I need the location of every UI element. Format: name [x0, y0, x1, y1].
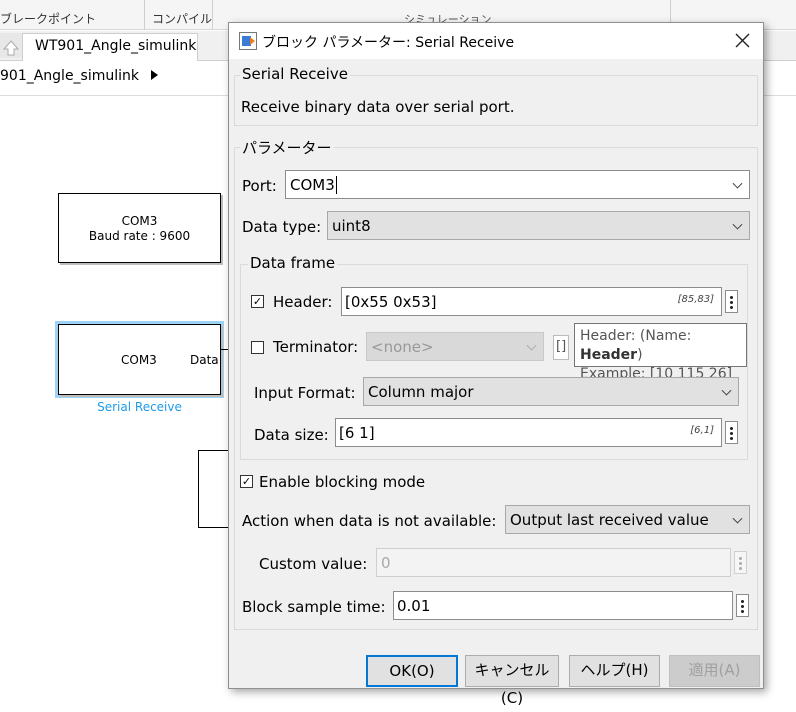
datasize-hint: [6,1]: [690, 425, 714, 436]
header-label: Header:: [273, 293, 333, 311]
datatype-value: uint8: [332, 217, 371, 235]
block-name-label: Serial Receive: [97, 400, 182, 414]
port-value: COM3: [290, 176, 335, 194]
dataframe-label: Data frame: [248, 254, 338, 272]
block-parameters-dialog: ブロック パラメーター: Serial Receive Serial Recei…: [228, 22, 764, 707]
simulink-block-icon: [239, 32, 257, 50]
port-label: Port:: [242, 177, 277, 195]
action-dropdown[interactable]: Output last received value: [505, 505, 750, 534]
breadcrumb-model[interactable]: 901_Angle_simulink: [0, 68, 139, 84]
input-format-label: Input Format:: [254, 384, 356, 402]
cancel-button[interactable]: キャンセル(C): [465, 655, 559, 707]
text-cursor: [335, 176, 337, 194]
header-options-button[interactable]: [725, 290, 738, 313]
input-format-dropdown[interactable]: Column major: [363, 377, 739, 406]
terminator-value-field[interactable]: []: [553, 335, 569, 360]
blocking-label: Enable blocking mode: [259, 473, 426, 491]
terminator-dropdown[interactable]: <none>: [366, 332, 544, 361]
compile-label: コンパイル: [152, 12, 213, 26]
header-hint: [85,83]: [677, 294, 714, 305]
terminator-checkbox[interactable]: [251, 341, 264, 354]
downstream-block[interactable]: [198, 450, 230, 528]
serial-receive-block[interactable]: COM3 Data: [58, 324, 221, 395]
chevron-down-icon: [732, 513, 743, 524]
port-combobox[interactable]: COM3: [285, 170, 750, 199]
chevron-down-icon: [526, 340, 537, 351]
tooltip-prefix: Header: (Name:: [580, 328, 692, 344]
model-tab-label: WT901_Angle_simulink: [35, 38, 197, 54]
datasize-field[interactable]: [6 1] [6,1]: [335, 418, 722, 447]
tooltip-bold: Header: [580, 347, 638, 363]
model-tab[interactable]: WT901_Angle_simulink: [22, 33, 198, 61]
header-field[interactable]: [0x55 0x53] [85,83]: [341, 287, 722, 316]
datasize-label: Data size:: [254, 426, 329, 444]
close-icon[interactable]: [735, 33, 750, 48]
input-format-value: Column major: [368, 383, 474, 401]
block-port-text: COM3: [121, 353, 157, 367]
block-baud-text: Baud rate : 9600: [88, 229, 191, 243]
datasize-options-button[interactable]: [725, 421, 738, 444]
serial-config-block[interactable]: COM3 Baud rate : 9600: [58, 193, 221, 263]
output-port-label: Data: [190, 353, 219, 367]
datatype-dropdown[interactable]: uint8: [327, 211, 750, 240]
triangle-right-icon: [151, 70, 159, 80]
header-value: [0x55 0x53]: [345, 293, 437, 311]
apply-button[interactable]: 適用(A): [669, 655, 760, 687]
custom-value-options-button[interactable]: [734, 551, 747, 574]
toolstrip-divider: [144, 0, 145, 30]
blocking-checkbox[interactable]: ✓: [240, 475, 253, 488]
breadcrumb[interactable]: 901_Angle_simulink: [0, 68, 159, 84]
action-value: Output last received value: [510, 511, 709, 529]
dialog-title: ブロック パラメーター: Serial Receive: [262, 35, 515, 51]
custom-value-field[interactable]: 0: [376, 548, 731, 577]
sample-time-field[interactable]: 0.01: [393, 591, 733, 620]
block-description: Receive binary data over serial port.: [241, 98, 515, 116]
home-tab-button[interactable]: [0, 33, 22, 58]
header-tooltip: Header: (Name: Header) Example: [10 115 …: [574, 323, 747, 382]
block-type-label: Serial Receive: [240, 65, 350, 83]
custom-value: 0: [381, 554, 391, 572]
toolstrip-divider: [212, 0, 213, 30]
up-arrow-icon: [2, 40, 20, 56]
chevron-down-icon: [732, 178, 743, 189]
sample-time-value: 0.01: [397, 597, 431, 615]
datasize-value: [6 1]: [339, 424, 375, 442]
terminator-label: Terminator:: [273, 338, 359, 356]
breakpoints-label: ブレークポイント: [0, 12, 97, 26]
chevron-down-icon: [732, 219, 743, 230]
tooltip-suffix: ): [637, 347, 643, 363]
help-button[interactable]: ヘルプ(H): [569, 655, 660, 687]
chevron-down-icon: [721, 385, 732, 396]
datatype-label: Data type:: [242, 218, 322, 236]
terminator-value: <none>: [371, 338, 434, 356]
dialog-titlebar: ブロック パラメーター: Serial Receive: [229, 23, 763, 59]
ok-button[interactable]: OK(O): [366, 655, 458, 687]
block-port-text: COM3: [121, 214, 158, 228]
sample-time-label: Block sample time:: [242, 598, 386, 616]
parameters-label: パラメーター: [240, 137, 334, 158]
sample-time-options-button[interactable]: [736, 594, 749, 617]
header-checkbox[interactable]: ✓: [251, 295, 264, 308]
custom-value-label: Custom value:: [259, 555, 368, 573]
action-label: Action when data is not available:: [242, 512, 497, 530]
